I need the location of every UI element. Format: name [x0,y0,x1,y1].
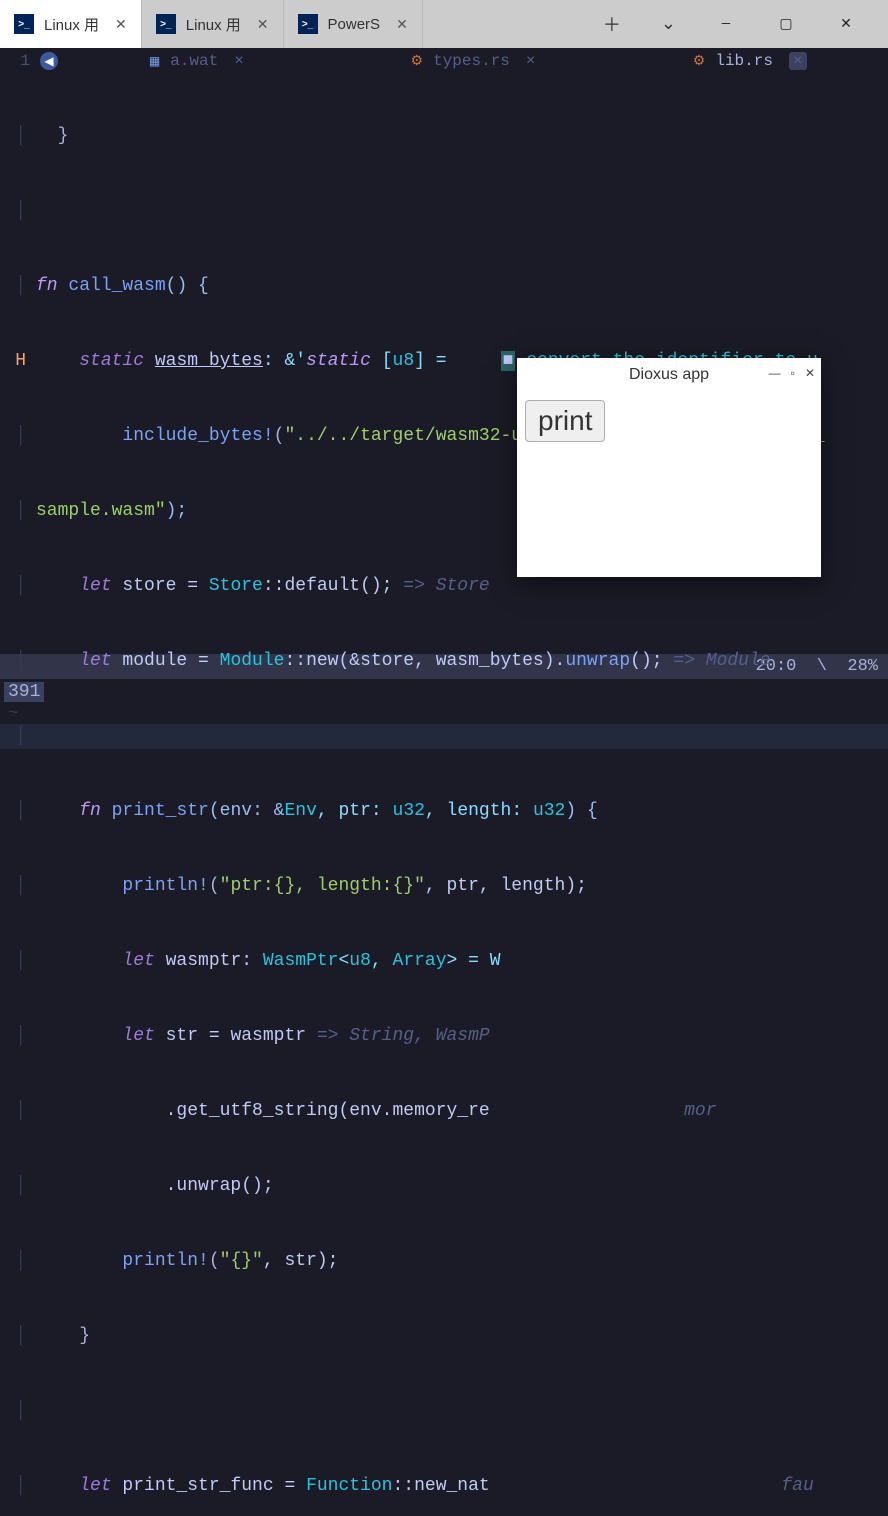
powershell-icon: >_ [156,14,176,34]
terminal-titlebar: >_ Linux 用 ✕ >_ Linux 用 ✕ >_ PowerS ✕ ＋ … [0,0,888,48]
popup-maximize-icon[interactable]: ▫ [791,366,795,380]
file-label: types.rs [433,52,510,70]
dropdown-button[interactable]: ⌄ [653,13,684,35]
new-tab-button[interactable]: ＋ [595,11,629,37]
tab-label: PowerS [328,16,381,33]
dioxus-window: Dioxus app — ▫ ✕ print [517,358,821,577]
tab-label: Linux 用 [44,14,99,35]
close-file-icon[interactable]: × [789,52,807,70]
maximize-button[interactable]: ▢ [768,16,804,33]
editor-tab-lib[interactable]: ⚙ lib.rs × [611,52,888,70]
tab-close-icon[interactable]: ✕ [257,16,269,33]
popup-body: print [517,392,821,450]
file-label: lib.rs [715,52,773,70]
editor-tab-awat[interactable]: ▦ a.wat × [58,52,335,70]
file-icon: ▦ [149,54,160,69]
popup-close-icon[interactable]: ✕ [805,366,815,380]
terminal-tab-1[interactable]: >_ Linux 用 ✕ [142,0,284,48]
rust-icon: ⚙ [693,53,706,70]
file-label: a.wat [170,52,218,70]
popup-title: Dioxus app [629,366,709,384]
editor-tab-types[interactable]: ⚙ types.rs × [335,52,612,70]
close-file-icon[interactable]: × [234,52,244,70]
minimize-button[interactable]: — [708,16,744,32]
tab-label: Linux 用 [186,14,241,35]
editor-tab-row: 1 ◀ ▦ a.wat × ⚙ types.rs × ⚙ lib.rs × [0,48,888,74]
terminal-tab-2[interactable]: >_ PowerS ✕ [284,0,423,48]
titlebar-right: ＋ ⌄ — ▢ ✕ [423,0,888,48]
close-file-icon[interactable]: × [526,52,536,70]
tab-close-icon[interactable]: ✕ [115,16,127,33]
rust-icon: ⚙ [411,53,424,70]
buffer-number: 1 [0,52,36,70]
popup-minimize-icon[interactable]: — [769,366,781,380]
print-button[interactable]: print [525,400,605,442]
tab-close-icon[interactable]: ✕ [396,16,408,33]
popup-titlebar[interactable]: Dioxus app — ▫ ✕ [517,358,821,392]
powershell-icon: >_ [14,14,34,34]
powershell-icon: >_ [298,14,318,34]
back-icon[interactable]: ◀ [40,52,58,70]
terminal-tab-0[interactable]: >_ Linux 用 ✕ [0,0,142,48]
close-window-button[interactable]: ✕ [828,16,864,33]
